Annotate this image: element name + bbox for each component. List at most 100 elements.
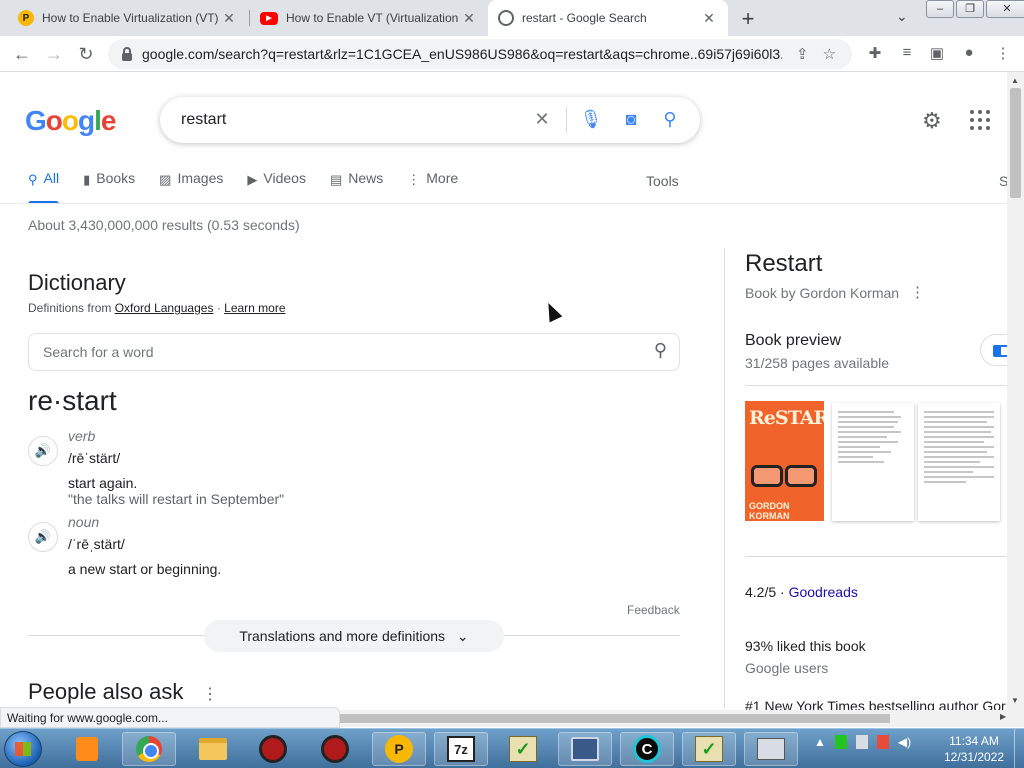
scrollbar-thumb[interactable]: [340, 714, 890, 723]
scroll-up-icon[interactable]: ▲: [1011, 76, 1019, 85]
globe-icon: [498, 10, 514, 26]
search-icon[interactable]: ⚲: [654, 340, 667, 361]
goodreads-link[interactable]: Goodreads: [789, 584, 858, 600]
browser-toolbar: ← → ↻ google.com/search?q=restart&rlz=1C…: [0, 36, 1024, 72]
side-panel-icon[interactable]: ▣: [926, 44, 948, 64]
more-definitions-button[interactable]: Translations and more definitions ⌄: [204, 620, 504, 652]
explorer-button[interactable]: [186, 732, 240, 766]
pen-icon: P: [385, 735, 413, 763]
show-desktop-button[interactable]: [1014, 729, 1024, 768]
app-button[interactable]: [308, 732, 362, 766]
battery-icon[interactable]: [834, 735, 847, 749]
tab-more[interactable]: ⋮ More: [407, 170, 458, 204]
browser-menu-icon[interactable]: ⋮: [992, 44, 1014, 64]
gear-icon[interactable]: ⚙: [922, 108, 942, 134]
minimize-icon[interactable]: –: [926, 0, 954, 18]
profile-avatar-icon[interactable]: ●: [958, 44, 980, 64]
close-tab-icon[interactable]: ✕: [220, 10, 238, 27]
oxford-languages-link[interactable]: Oxford Languages: [115, 301, 214, 315]
volume-icon[interactable]: ◀): [898, 735, 911, 749]
pen-app-button[interactable]: P: [372, 732, 426, 766]
cc-app-button[interactable]: C: [620, 732, 674, 766]
close-tab-icon[interactable]: ✕: [460, 10, 478, 27]
search-icon: ⚲: [28, 172, 38, 187]
dictionary-title: Dictionary: [28, 270, 126, 295]
part-of-speech: noun: [68, 514, 100, 530]
media-player-button[interactable]: [62, 732, 112, 766]
microphone-icon[interactable]: 🎙: [579, 109, 603, 131]
app-button[interactable]: ✓: [682, 732, 736, 766]
extensions-puzzle-icon[interactable]: ✚: [864, 44, 886, 64]
knowledge-panel-divider: [724, 248, 725, 708]
result-stats: About 3,430,000,000 results (0.53 second…: [28, 217, 300, 233]
tab-videos[interactable]: ▶ Videos: [247, 170, 306, 204]
learn-more-link[interactable]: Learn more: [224, 301, 285, 315]
tab-news[interactable]: ▤ News: [330, 170, 383, 204]
app-button[interactable]: [246, 732, 300, 766]
action-center-icon[interactable]: [876, 735, 889, 749]
horizontal-scrollbar[interactable]: ▶: [340, 710, 1024, 727]
url-text[interactable]: google.com/search?q=restart&rlz=1C1GCEA_…: [142, 46, 782, 62]
tools-button[interactable]: Tools: [646, 173, 679, 189]
7zip-icon: 7z: [447, 736, 475, 762]
definition: start again.: [68, 475, 138, 491]
camera-lens-icon[interactable]: ◙: [619, 109, 643, 131]
feedback-link[interactable]: Feedback: [627, 603, 680, 617]
scrollbar-thumb[interactable]: [1010, 88, 1021, 198]
start-button[interactable]: [4, 731, 42, 767]
dictionary-source: Definitions from Oxford Languages · Lear…: [28, 301, 286, 315]
remote-desktop-button[interactable]: [558, 732, 612, 766]
reload-icon[interactable]: ↻: [74, 42, 98, 66]
more-options-icon[interactable]: ⋮: [202, 684, 218, 704]
tab-books[interactable]: ▮ Books: [83, 170, 135, 204]
clock-time: 11:34 AM: [949, 734, 999, 748]
7zip-button[interactable]: 7z: [434, 732, 488, 766]
tab-images[interactable]: ▨ Images: [159, 170, 223, 204]
tab-search-chevron-icon[interactable]: ⌄: [896, 8, 908, 25]
book-preview-page[interactable]: [832, 403, 914, 521]
book-preview-page[interactable]: [918, 403, 1000, 521]
back-arrow-icon[interactable]: ←: [10, 42, 34, 66]
phonetic: /rēˈstärt/: [68, 450, 121, 466]
more-options-icon[interactable]: ⋮: [910, 283, 925, 301]
restore-icon[interactable]: ❐: [956, 0, 984, 18]
browser-tab-2[interactable]: ▶ How to Enable VT (Virtualization ✕: [250, 0, 488, 36]
network-icon[interactable]: [855, 735, 868, 749]
clear-search-icon[interactable]: ✕: [530, 109, 554, 131]
source-prefix: Definitions from: [28, 301, 112, 315]
address-bar[interactable]: google.com/search?q=restart&rlz=1C1GCEA_…: [108, 39, 852, 69]
scroll-down-icon[interactable]: ▼: [1011, 696, 1019, 705]
window-close-icon[interactable]: ✕: [986, 0, 1024, 18]
vertical-scrollbar[interactable]: ▲ ▼: [1007, 72, 1024, 710]
speaker-icon[interactable]: 🔊: [28, 436, 58, 466]
panel-divider: [745, 385, 1007, 386]
speaker-icon[interactable]: 🔊: [28, 522, 58, 552]
google-doodle-logo[interactable]: Google: [25, 105, 116, 137]
chevron-down-icon: ⌄: [456, 628, 469, 644]
clock[interactable]: 11:34 AM 12/31/2022: [938, 733, 1010, 765]
tab-label: All: [43, 170, 60, 186]
apps-grid-icon[interactable]: [970, 110, 990, 130]
browser-tab-3[interactable]: restart - Google Search ✕: [488, 0, 728, 36]
new-tab-icon[interactable]: +: [736, 6, 760, 32]
browser-tab-1[interactable]: P How to Enable Virtualization (VT) ✕: [8, 0, 248, 36]
close-tab-icon[interactable]: ✕: [700, 10, 718, 27]
bookmark-star-icon[interactable]: ☆: [823, 45, 836, 63]
share-icon[interactable]: ⇪: [796, 45, 809, 63]
search-icon[interactable]: ⚲: [658, 109, 682, 131]
dictionary-search-field[interactable]: Search for a word ⚲: [28, 333, 680, 371]
chrome-button[interactable]: [122, 732, 176, 766]
media-queue-icon[interactable]: ≡: [896, 44, 918, 64]
book-preview-title: Book preview: [745, 332, 842, 349]
tray-expand-icon[interactable]: ▲: [814, 735, 826, 749]
scroll-right-icon[interactable]: ▶: [1000, 712, 1006, 721]
forward-arrow-icon[interactable]: →: [42, 42, 66, 66]
book-cover-image[interactable]: ReSTART GORDON KORMAN: [745, 401, 824, 521]
browser-tab-bar: P How to Enable Virtualization (VT) ✕ ▶ …: [0, 0, 1024, 36]
app-button[interactable]: ✓: [496, 732, 550, 766]
people-also-ask-title: People also ask: [28, 679, 184, 704]
search-input[interactable]: [181, 111, 511, 129]
vm-button[interactable]: [744, 732, 798, 766]
cover-author: GORDON KORMAN: [749, 501, 790, 521]
tab-all[interactable]: ⚲ All: [28, 170, 60, 204]
